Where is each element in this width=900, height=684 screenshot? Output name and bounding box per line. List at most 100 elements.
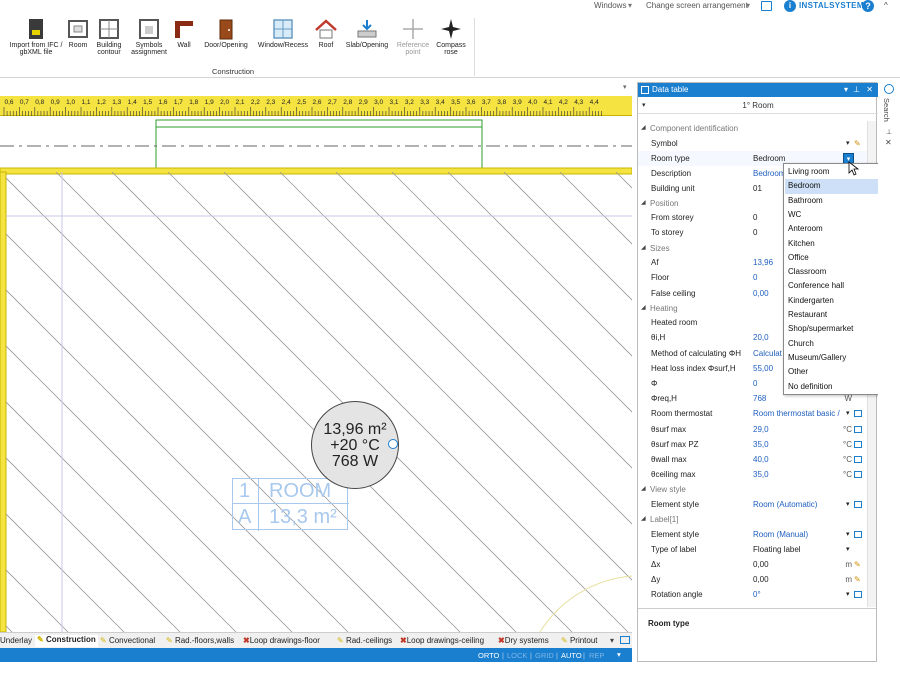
property-value[interactable]: 13,96 — [753, 255, 773, 270]
property-value[interactable]: 0,00 — [753, 572, 769, 587]
collapse-triangle-icon[interactable]: ◢ — [641, 196, 646, 211]
property-value[interactable]: 0 — [753, 225, 757, 240]
collapse-triangle-icon[interactable]: ◢ — [641, 241, 646, 256]
property-value[interactable]: Bedroom — [753, 151, 785, 166]
property-row[interactable]: Δx 0,00 m ✎ — [638, 557, 876, 572]
status-orto[interactable]: ORTO — [478, 651, 499, 660]
property-row[interactable]: θwall max 40,0 °C — [638, 452, 876, 467]
close-icon[interactable]: ✕ — [866, 83, 873, 97]
collapse-triangle-icon[interactable]: ◢ — [641, 482, 646, 497]
value-dropdown-icon[interactable]: ▾ — [846, 587, 850, 602]
tab-printout[interactable]: ✎ Printout — [561, 636, 598, 645]
property-value[interactable]: Calculat — [753, 346, 782, 361]
property-section[interactable]: ◢ View style — [638, 482, 876, 498]
property-row[interactable]: Δy 0,00 m ✎ — [638, 572, 876, 587]
canvas-dropdown-icon[interactable]: ▾ — [623, 83, 627, 91]
edit-pencil-icon[interactable]: ✎ — [854, 557, 861, 572]
search-pin-icon[interactable]: ⊥ — [886, 128, 892, 136]
property-row[interactable]: Symbol ▾ ✎ — [638, 136, 876, 151]
property-value[interactable]: Bedroom — [753, 166, 785, 181]
screen-icon[interactable] — [854, 471, 862, 479]
collapse-triangle-icon[interactable]: ◢ — [641, 512, 646, 527]
status-lock[interactable]: LOCK — [507, 651, 527, 660]
status-menu-icon[interactable]: ▾ — [617, 650, 621, 659]
door-opening-button[interactable]: Door/Opening — [199, 14, 253, 49]
property-value[interactable]: 35,0 — [753, 467, 769, 482]
property-value[interactable]: 0,00 — [753, 286, 769, 301]
screen-icon[interactable] — [854, 456, 862, 463]
property-value[interactable]: 0 — [753, 210, 757, 225]
collapse-triangle-icon[interactable]: ◢ — [641, 121, 646, 136]
building-contour-button[interactable]: Building contour — [92, 14, 126, 56]
property-section[interactable]: ◢ Label[1] — [638, 512, 876, 528]
property-row[interactable]: Room thermostat Room thermostat basic / ▾ — [638, 406, 876, 421]
monitor-icon[interactable] — [761, 1, 772, 11]
tab-loop-ceiling[interactable]: ✖Loop drawings-ceiling — [400, 636, 484, 645]
edit-pencil-icon[interactable]: ✎ — [854, 572, 861, 587]
room-symbol[interactable]: 13,96 m² +20 °C 768 W — [311, 401, 399, 489]
value-dropdown-icon[interactable]: ▾ — [846, 497, 850, 512]
property-value[interactable]: 768 — [753, 391, 766, 406]
tabs-monitor-icon[interactable] — [620, 636, 630, 644]
screen-icon[interactable] — [854, 440, 862, 448]
status-rep[interactable]: REP — [589, 651, 604, 660]
room-button[interactable]: Room — [66, 14, 90, 49]
property-row[interactable]: θsurf max PZ 35,0 °C — [638, 437, 876, 452]
property-row[interactable]: Rotation angle 0° ▾ — [638, 587, 876, 602]
screen-icon[interactable] — [854, 410, 862, 418]
tab-construction[interactable]: ✎ Construction — [35, 635, 98, 647]
property-value[interactable]: 35,0 — [753, 437, 769, 452]
tab-underlay[interactable]: Underlay — [0, 636, 32, 645]
windows-menu[interactable]: Windows — [594, 1, 626, 10]
tab-loop-floor[interactable]: ✖Loop drawings-floor — [243, 636, 320, 645]
edit-pencil-icon[interactable]: ✎ — [854, 136, 861, 151]
tabs-menu-icon[interactable]: ▾ — [610, 636, 614, 645]
search-close-icon[interactable]: ✕ — [885, 138, 892, 147]
search-icon[interactable] — [884, 84, 894, 94]
property-section[interactable]: ◢ Component identification — [638, 121, 876, 136]
collapse-ribbon-icon[interactable]: ^ — [884, 1, 888, 10]
object-dropdown-icon[interactable]: ▾ — [642, 98, 646, 114]
value-dropdown-icon[interactable]: ▾ — [846, 542, 850, 557]
property-value[interactable]: 01 — [753, 181, 762, 196]
wall-button[interactable]: Wall — [173, 14, 195, 49]
property-value[interactable]: Room thermostat basic / — [753, 406, 840, 421]
property-value[interactable]: 0,00 — [753, 557, 769, 572]
import-ifc-button[interactable]: Import from IFC / gbXML file — [8, 14, 64, 56]
property-row[interactable]: Type of label Floating label ▾ — [638, 542, 876, 557]
drawing-canvas[interactable]: 1 ROOM A 13,3 m² 13,96 m² +20 °C 768 W — [0, 116, 632, 632]
property-row[interactable]: θceiling max 35,0 °C — [638, 467, 876, 482]
tab-dry-systems[interactable]: ✖Dry systems — [498, 636, 549, 645]
property-row[interactable]: Element style Room (Manual) ▾ — [638, 527, 876, 542]
tab-rad-floors[interactable]: ✎ Rad.-floors,walls — [166, 636, 234, 645]
status-grid[interactable]: GRID — [535, 651, 554, 660]
screen-icon[interactable] — [854, 500, 862, 508]
screen-icon[interactable] — [854, 591, 862, 599]
property-value[interactable]: 29,0 — [753, 422, 769, 437]
pin-icon[interactable]: ⊥ — [853, 83, 860, 97]
tab-convectional[interactable]: ✎ Convectional — [100, 636, 155, 645]
property-value[interactable]: 20,0 — [753, 330, 769, 345]
value-dropdown-icon[interactable]: ▾ — [846, 406, 850, 421]
property-value[interactable]: 40,0 — [753, 452, 769, 467]
panel-menu-icon[interactable]: ▾ — [844, 83, 848, 97]
screen-icon[interactable] — [854, 425, 862, 433]
property-row[interactable]: Element style Room (Automatic) ▾ — [638, 497, 876, 512]
room-label[interactable]: 1 ROOM A 13,3 m² — [232, 478, 349, 531]
property-value[interactable]: Room (Manual) — [753, 527, 808, 542]
property-row[interactable]: θsurf max 29,0 °C — [638, 422, 876, 437]
slab-opening-button[interactable]: Slab/Opening — [341, 14, 393, 49]
property-value[interactable]: Floating label — [753, 542, 801, 557]
help-icon[interactable]: ? — [862, 0, 874, 12]
symbols-assignment-button[interactable]: Symbols assignment — [128, 14, 170, 56]
reference-point-button[interactable]: Reference point — [395, 14, 431, 56]
change-arrangement-menu[interactable]: Change screen arrangement — [646, 1, 748, 10]
window-recess-button[interactable]: Window/Recess — [255, 14, 311, 49]
value-dropdown-icon[interactable]: ▾ — [846, 527, 850, 542]
property-value[interactable]: Room (Automatic) — [753, 497, 817, 512]
room-link-icon[interactable] — [388, 439, 398, 449]
symbol-dropdown-icon[interactable]: ▾ — [846, 136, 850, 151]
screen-icon[interactable] — [854, 530, 862, 538]
property-value[interactable]: 0 — [753, 376, 757, 391]
tab-rad-ceilings[interactable]: ✎ Rad.-ceilings — [337, 636, 392, 645]
